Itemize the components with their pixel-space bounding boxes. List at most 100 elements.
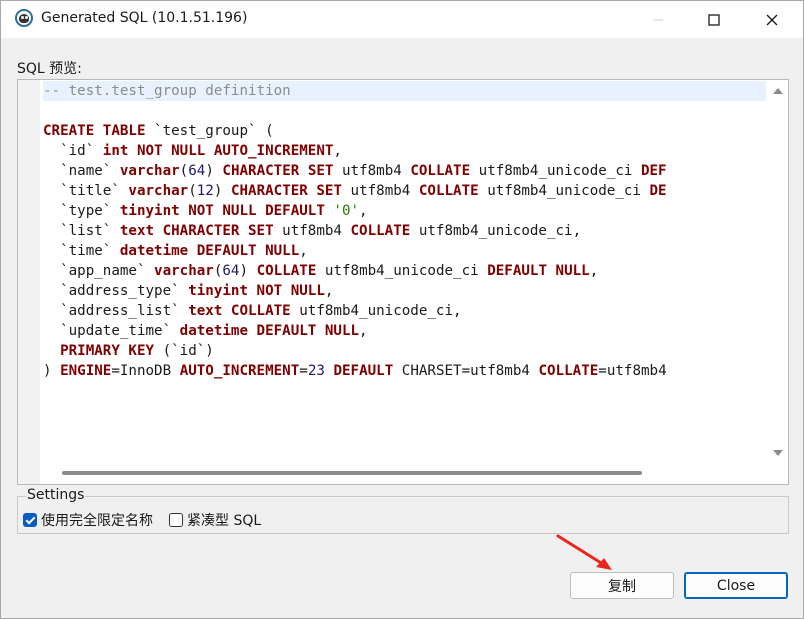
code-line: -- test.test_group definition xyxy=(43,81,766,101)
scroll-down-icon[interactable] xyxy=(773,450,783,456)
vertical-scrollbar[interactable] xyxy=(768,80,788,466)
code-token: 64 xyxy=(222,263,240,279)
code-token: , xyxy=(324,283,334,299)
code-token: utf8mb4_unicode_ci, xyxy=(410,223,582,239)
code-token: COLLATE xyxy=(256,263,317,279)
sql-code[interactable]: -- test.test_group definition CREATE TABL… xyxy=(43,81,766,466)
code-token: COLLATE xyxy=(350,223,411,239)
code-token: ) xyxy=(205,163,223,179)
annotation-arrow-icon xyxy=(556,534,612,570)
code-token: , xyxy=(359,203,368,219)
title-bar: Generated SQL (10.1.51.196) xyxy=(1,1,803,38)
code-token: CREATE TABLE xyxy=(43,123,146,139)
code-token: varchar xyxy=(128,183,189,199)
code-token: CHARSET=utf8mb4 xyxy=(393,363,539,379)
code-token: `address_type` xyxy=(43,283,189,299)
close-button[interactable]: Close xyxy=(684,572,788,599)
code-line: `time` datetime DEFAULT NULL, xyxy=(43,241,766,261)
compact-sql-checkbox[interactable] xyxy=(169,513,183,527)
code-token: int NOT NULL AUTO_INCREMENT xyxy=(102,143,334,159)
code-token: `test_group` ( xyxy=(145,123,274,139)
sql-preview-label: SQL 预览: xyxy=(17,61,82,77)
maximize-icon xyxy=(708,13,720,26)
code-line: ) ENGINE=InnoDB AUTO_INCREMENT=23 DEFAUL… xyxy=(43,361,766,381)
code-token: , xyxy=(589,263,599,279)
app-logo-icon xyxy=(15,9,33,27)
code-token: `address_list` xyxy=(43,303,189,319)
code-token: =utf8mb4 xyxy=(598,363,667,379)
code-token: DEF xyxy=(640,163,667,179)
code-token: DE xyxy=(649,183,667,199)
code-token: , xyxy=(299,243,308,259)
code-token: ( xyxy=(188,183,197,199)
code-line: `title` varchar(12) CHARACTER SET utf8mb… xyxy=(43,181,766,201)
code-token: utf8mb4 xyxy=(342,183,419,199)
code-token: datetime DEFAULT NULL xyxy=(179,323,360,339)
code-token: DEFAULT xyxy=(333,363,394,379)
code-token: (`id`) xyxy=(154,343,214,359)
compact-sql-option[interactable]: 紧凑型 SQL xyxy=(169,510,261,530)
close-window-button[interactable] xyxy=(749,1,795,38)
qualified-names-option[interactable]: 使用完全限定名称 xyxy=(23,510,153,530)
code-line: `update_time` datetime DEFAULT NULL, xyxy=(43,321,766,341)
code-token: ) xyxy=(213,183,231,199)
maximize-button[interactable] xyxy=(691,1,737,38)
scroll-up-icon[interactable] xyxy=(773,88,783,94)
code-token: varchar xyxy=(119,163,180,179)
code-token: = xyxy=(299,363,308,379)
settings-group: Settings 使用完全限定名称 紧凑型 SQL xyxy=(17,487,789,534)
code-token: =InnoDB xyxy=(111,363,180,379)
code-line: `address_list` text COLLATE utf8mb4_unic… xyxy=(43,301,766,321)
code-token: `name` xyxy=(43,163,120,179)
code-line: `app_name` varchar(64) COLLATE utf8mb4_u… xyxy=(43,261,766,281)
code-token: ) xyxy=(239,263,257,279)
code-token: utf8mb4_unicode_ci, xyxy=(290,303,462,319)
code-token: tinyint NOT NULL xyxy=(188,283,325,299)
horizontal-scroll-thumb[interactable] xyxy=(62,471,642,475)
editor-gutter xyxy=(18,80,40,484)
code-token: ENGINE xyxy=(60,363,112,379)
compact-sql-label: 紧凑型 SQL xyxy=(187,513,262,529)
code-token: AUTO_INCREMENT xyxy=(179,363,300,379)
code-line: PRIMARY KEY (`id`) xyxy=(43,341,766,361)
code-token: 23 xyxy=(307,363,325,379)
close-icon xyxy=(766,14,778,25)
code-line: `id` int NOT NULL AUTO_INCREMENT, xyxy=(43,141,766,161)
code-token: utf8mb4_unicode_ci xyxy=(316,263,488,279)
generated-sql-dialog: Generated SQL (10.1.51.196) SQL 预览: -- t… xyxy=(0,0,804,619)
code-token: COLLATE xyxy=(410,163,471,179)
code-token: ) xyxy=(43,363,61,379)
code-token: 12 xyxy=(196,183,214,199)
code-line: `type` tinyint NOT NULL DEFAULT '0', xyxy=(43,201,766,221)
code-token: utf8mb4_unicode_ci xyxy=(478,183,650,199)
code-token: utf8mb4 xyxy=(273,223,351,239)
code-line: CREATE TABLE `test_group` ( xyxy=(43,121,766,141)
code-line: `list` text CHARACTER SET utf8mb4 COLLAT… xyxy=(43,221,766,241)
code-token: CHARACTER SET xyxy=(230,183,342,199)
code-line: `address_type` tinyint NOT NULL, xyxy=(43,281,766,301)
code-token: 64 xyxy=(188,163,206,179)
code-token: COLLATE xyxy=(538,363,599,379)
qualified-names-checkbox[interactable] xyxy=(23,513,37,527)
code-token: , xyxy=(359,323,368,339)
minimize-button[interactable] xyxy=(635,1,681,38)
code-token: COLLATE xyxy=(418,183,479,199)
code-token: , xyxy=(333,143,342,159)
settings-legend: Settings xyxy=(26,487,86,503)
qualified-names-label: 使用完全限定名称 xyxy=(41,513,153,529)
sql-preview-editor[interactable]: -- test.test_group definition CREATE TABL… xyxy=(17,79,789,485)
code-token: `list` xyxy=(43,223,120,239)
horizontal-scrollbar[interactable] xyxy=(40,466,768,484)
code-token: utf8mb4_unicode_ci xyxy=(470,163,641,179)
code-token: `title` xyxy=(43,183,129,199)
copy-button[interactable]: 复制 xyxy=(570,572,674,599)
code-token: DEFAULT NULL xyxy=(487,263,590,279)
code-token: text COLLATE xyxy=(188,303,291,319)
code-token: varchar xyxy=(154,263,214,279)
code-token: `app_name` xyxy=(43,263,155,279)
code-token: ( xyxy=(179,163,189,179)
window-title: Generated SQL (10.1.51.196) xyxy=(41,10,248,26)
code-line: `name` varchar(64) CHARACTER SET utf8mb4… xyxy=(43,161,766,181)
code-token: text CHARACTER SET xyxy=(119,223,274,239)
